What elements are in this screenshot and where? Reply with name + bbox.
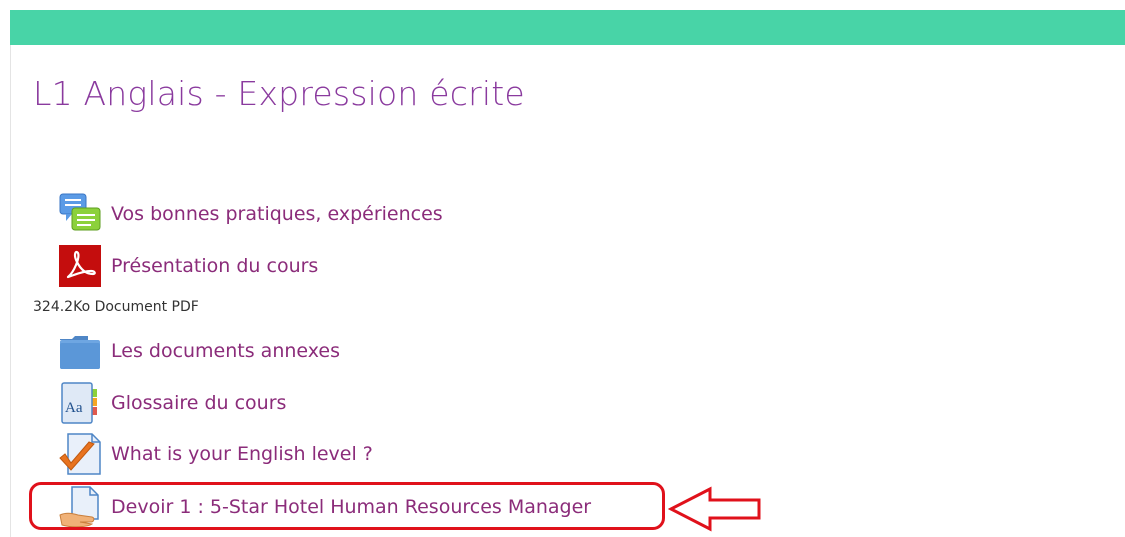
- pdf-icon: [58, 244, 102, 288]
- highlight-box: [29, 482, 665, 530]
- forum-icon: [58, 192, 102, 236]
- file-info: 324.2Ko Document PDF: [33, 299, 199, 315]
- activity-link[interactable]: What is your English level ?: [111, 443, 373, 465]
- activity-link[interactable]: Glossaire du cours: [111, 392, 286, 414]
- activity-pdf[interactable]: Présentation du cours: [58, 244, 318, 288]
- activity-link[interactable]: Vos bonnes pratiques, expériences: [111, 203, 443, 225]
- activity-quiz[interactable]: What is your English level ?: [58, 432, 373, 476]
- quiz-icon: [58, 432, 102, 476]
- folder-icon: [58, 329, 102, 373]
- course-title: L1 Anglais - Expression écrite: [33, 74, 525, 113]
- activity-forum[interactable]: Vos bonnes pratiques, expériences: [58, 192, 443, 236]
- pointer-arrow-icon: [668, 486, 761, 532]
- activity-link[interactable]: Les documents annexes: [111, 340, 340, 362]
- activity-link[interactable]: Présentation du cours: [111, 255, 318, 277]
- activity-folder[interactable]: Les documents annexes: [58, 329, 340, 373]
- svg-text:Aa: Aa: [65, 400, 83, 416]
- activity-glossary[interactable]: Aa Glossaire du cours: [58, 381, 286, 425]
- glossary-icon: Aa: [58, 381, 102, 425]
- header-bar: [10, 10, 1125, 45]
